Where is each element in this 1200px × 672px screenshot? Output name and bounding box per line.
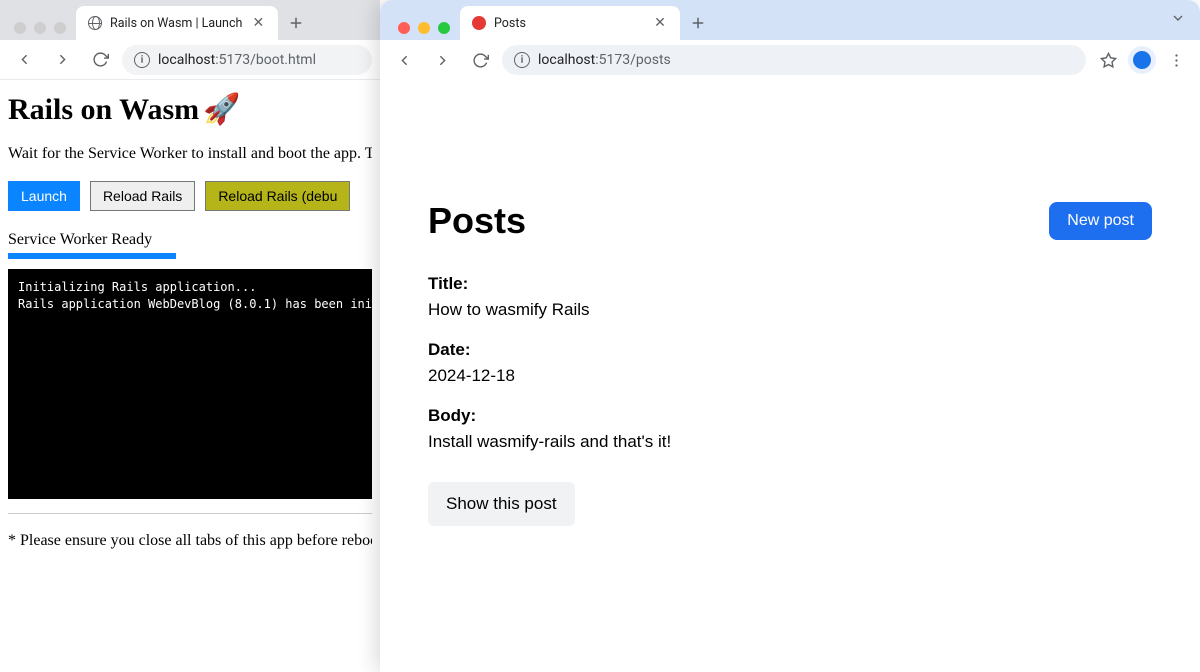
tab-bar: Rails on Wasm | Launch ✕ — [0, 0, 380, 40]
post-body-field: Body: Install wasmify-rails and that's i… — [428, 406, 1152, 452]
window-close-button[interactable] — [14, 22, 26, 34]
site-info-icon[interactable] — [514, 52, 530, 68]
title-label: Title: — [428, 274, 1152, 294]
body-value: Install wasmify-rails and that's it! — [428, 432, 1152, 452]
reload-rails-button[interactable]: Reload Rails — [90, 181, 195, 211]
show-post-button[interactable]: Show this post — [428, 482, 575, 526]
tab-title: Posts — [494, 16, 644, 31]
page-content: Posts New post Title: How to wasmify Rai… — [380, 80, 1200, 550]
toolbar: localhost:5173/boot.html — [0, 40, 380, 80]
forward-button[interactable] — [46, 44, 78, 76]
new-tab-button[interactable] — [684, 9, 712, 37]
launch-button[interactable]: Launch — [8, 181, 80, 211]
title-value: How to wasmify Rails — [428, 300, 1152, 320]
toolbar: localhost:5173/posts — [380, 40, 1200, 80]
tab-title: Rails on Wasm | Launch — [110, 16, 242, 31]
page-heading: Rails on Wasm 🚀 — [8, 92, 372, 127]
service-worker-status: Service Worker Ready — [8, 231, 372, 249]
rocket-icon: 🚀 — [203, 92, 240, 127]
forward-button[interactable] — [426, 44, 458, 76]
window-controls — [8, 22, 76, 40]
window-zoom-button[interactable] — [54, 22, 66, 34]
button-row: Launch Reload Rails Reload Rails (debu — [8, 181, 372, 211]
avatar-icon — [1133, 51, 1151, 69]
window-controls — [392, 22, 460, 40]
new-tab-button[interactable] — [282, 9, 310, 37]
browser-tab[interactable]: Posts ✕ — [460, 6, 680, 40]
post-date-field: Date: 2024-12-18 — [428, 340, 1152, 386]
close-tab-icon[interactable]: ✕ — [250, 15, 266, 31]
footnote-text: * Please ensure you close all tabs of th… — [8, 532, 372, 550]
page-heading: Posts — [428, 200, 526, 242]
date-value: 2024-12-18 — [428, 366, 1152, 386]
toolbar-right — [1092, 44, 1192, 76]
address-bar[interactable]: localhost:5173/boot.html — [122, 45, 372, 75]
close-tab-icon[interactable]: ✕ — [652, 15, 668, 31]
tab-bar-controls — [1170, 10, 1186, 30]
body-label: Body: — [428, 406, 1152, 426]
menu-button[interactable] — [1160, 44, 1192, 76]
date-label: Date: — [428, 340, 1152, 360]
post-title-field: Title: How to wasmify Rails — [428, 274, 1152, 320]
window-close-button[interactable] — [398, 22, 410, 34]
new-post-button[interactable]: New post — [1049, 202, 1152, 240]
address-bar[interactable]: localhost:5173/posts — [502, 45, 1086, 75]
reload-rails-debug-button[interactable]: Reload Rails (debu — [205, 181, 350, 211]
back-button[interactable] — [8, 44, 40, 76]
browser-tab[interactable]: Rails on Wasm | Launch ✕ — [76, 6, 278, 40]
profile-button[interactable] — [1128, 46, 1156, 74]
bookmark-star-icon[interactable] — [1092, 44, 1124, 76]
console-output: Initializing Rails application... Rails … — [8, 269, 372, 499]
posts-header: Posts New post — [428, 200, 1152, 242]
progress-bar — [8, 253, 176, 259]
tab-bar: Posts ✕ — [380, 0, 1200, 40]
page-content: Rails on Wasm 🚀 Wait for the Service Wor… — [0, 80, 380, 562]
window-zoom-button[interactable] — [438, 22, 450, 34]
site-info-icon[interactable] — [134, 52, 150, 68]
window-minimize-button[interactable] — [418, 22, 430, 34]
chevron-down-icon[interactable] — [1170, 10, 1186, 30]
favicon-icon — [472, 16, 486, 30]
window-minimize-button[interactable] — [34, 22, 46, 34]
divider — [8, 513, 372, 514]
back-button[interactable] — [388, 44, 420, 76]
globe-icon — [88, 16, 102, 30]
reload-button[interactable] — [84, 44, 116, 76]
url-text: localhost:5173/posts — [538, 52, 671, 68]
info-text: Wait for the Service Worker to install a… — [8, 145, 372, 163]
browser-window-right: Posts ✕ localhost:5173/posts — [380, 0, 1200, 672]
reload-button[interactable] — [464, 44, 496, 76]
url-text: localhost:5173/boot.html — [158, 52, 316, 68]
browser-window-left: Rails on Wasm | Launch ✕ localhost:5173/… — [0, 0, 380, 672]
